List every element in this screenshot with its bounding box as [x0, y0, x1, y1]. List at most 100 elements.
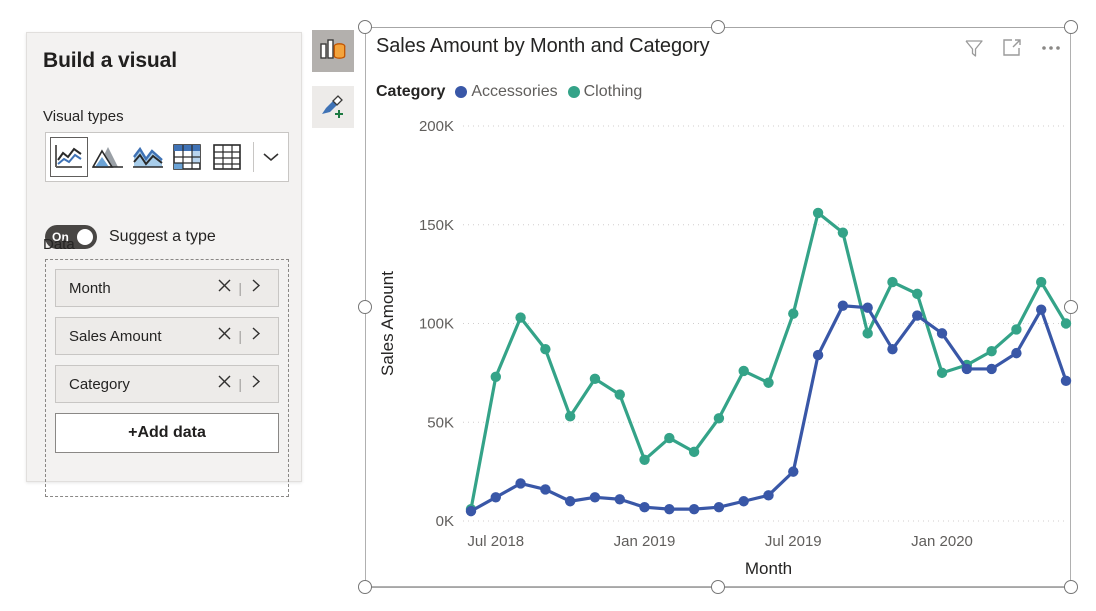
x-axis-tick-label: Jul 2019: [765, 533, 822, 550]
build-a-visual-panel: Build a visual Visual types On Suggest a…: [26, 32, 302, 497]
field-divider: |: [238, 280, 242, 296]
chart-data-point[interactable]: [763, 490, 774, 501]
chart-data-point[interactable]: [614, 494, 625, 505]
data-fields-well: Month | Sales Amount | Category | +Add d…: [45, 259, 289, 497]
y-axis-tick-label: 150K: [419, 217, 454, 234]
y-axis-tick-label: 0K: [436, 513, 454, 530]
resize-handle-bottom-left[interactable]: [358, 580, 372, 594]
chart-data-point[interactable]: [639, 501, 650, 513]
add-data-button[interactable]: +Add data: [55, 413, 279, 453]
format-paint-brush-add-icon[interactable]: [312, 86, 354, 128]
chevron-right-icon[interactable]: [245, 278, 267, 298]
chart-data-point[interactable]: [540, 343, 551, 355]
chart-data-point[interactable]: [515, 478, 526, 489]
resize-handle-bottom-right[interactable]: [1064, 580, 1078, 594]
chart-data-point[interactable]: [862, 328, 873, 339]
chart-data-point[interactable]: [1036, 304, 1047, 315]
chart-data-point[interactable]: [490, 371, 501, 383]
chart-data-point[interactable]: [986, 345, 997, 357]
chart-data-point[interactable]: [465, 505, 477, 517]
chart-data-point[interactable]: [738, 365, 749, 377]
x-axis-tick-label: Jan 2020: [911, 533, 973, 550]
suggest-a-type-label: Suggest a type: [109, 228, 216, 245]
chart-data-point[interactable]: [589, 492, 601, 503]
resize-handle-bottom-center[interactable]: [711, 580, 725, 594]
chart-data-point[interactable]: [961, 363, 973, 375]
chevron-down-icon[interactable]: [254, 137, 288, 177]
close-icon[interactable]: [213, 326, 235, 346]
chart-data-point[interactable]: [862, 302, 873, 313]
chart-data-point[interactable]: [664, 432, 675, 444]
chart-data-point[interactable]: [788, 466, 799, 477]
data-label: Data: [43, 236, 75, 253]
matrix-table-icon[interactable]: [168, 137, 205, 177]
chart-data-point[interactable]: [887, 343, 898, 355]
chart-data-point[interactable]: [564, 496, 576, 507]
build-visual-icon[interactable]: [312, 30, 354, 72]
data-field-sales-amount[interactable]: Sales Amount |: [55, 317, 279, 355]
chart-data-point[interactable]: [837, 227, 849, 238]
y-axis-tick-label: 100K: [419, 316, 454, 333]
resize-handle-top-left[interactable]: [358, 20, 372, 34]
chart-data-point[interactable]: [1060, 318, 1072, 329]
field-label: Category: [69, 375, 130, 393]
chart-line-accessories[interactable]: [469, 304, 1068, 513]
chart-plot-area[interactable]: 0K 50K 100K 150K 200K Jul 2018 Jan 2019 Jul 201…: [366, 28, 1072, 588]
chart-data-point[interactable]: [564, 411, 576, 422]
chart-data-point[interactable]: [688, 503, 700, 515]
resize-handle-middle-right[interactable]: [1064, 300, 1078, 314]
field-label: Sales Amount: [69, 327, 162, 345]
chart-data-point[interactable]: [812, 207, 824, 219]
chart-data-point[interactable]: [887, 276, 898, 288]
resize-handle-top-right[interactable]: [1064, 20, 1078, 34]
chart-data-point[interactable]: [936, 328, 948, 339]
table-icon[interactable]: [208, 137, 245, 177]
field-label: Month: [69, 279, 111, 297]
chart-data-point[interactable]: [912, 310, 923, 321]
x-axis-title: Month: [745, 559, 792, 578]
close-icon[interactable]: [213, 278, 235, 298]
chart-data-point[interactable]: [490, 492, 501, 503]
panel-title: Build a visual: [43, 49, 177, 72]
visual-types-label: Visual types: [43, 108, 124, 125]
chart-data-point[interactable]: [1036, 276, 1047, 288]
line-and-stacked-column-icon[interactable]: [129, 137, 166, 177]
close-icon[interactable]: [213, 374, 235, 394]
visual-types-picker[interactable]: [45, 132, 289, 182]
x-axis-tick-label: Jul 2018: [467, 533, 524, 550]
x-axis-tick-label: Jan 2019: [614, 533, 676, 550]
chart-data-point[interactable]: [788, 308, 799, 319]
data-field-month[interactable]: Month |: [55, 269, 279, 307]
visual-container[interactable]: Sales Amount by Month and Category Categ…: [365, 27, 1072, 588]
line-chart-icon[interactable]: [50, 137, 88, 177]
chart-data-point[interactable]: [639, 454, 650, 465]
chart-data-point[interactable]: [1060, 375, 1072, 386]
data-field-category[interactable]: Category |: [55, 365, 279, 403]
chart-line-clothing[interactable]: [469, 211, 1068, 511]
area-chart-icon[interactable]: [90, 137, 127, 177]
chart-data-point[interactable]: [763, 377, 774, 388]
chart-data-point[interactable]: [540, 484, 551, 495]
y-axis-tick-label: 200K: [419, 118, 454, 135]
resize-handle-middle-left[interactable]: [358, 300, 372, 314]
chart-data-point[interactable]: [688, 446, 700, 458]
chart-data-point[interactable]: [1011, 324, 1022, 335]
chart-data-point[interactable]: [713, 413, 725, 424]
toggle-knob: [77, 229, 93, 245]
chevron-right-icon[interactable]: [245, 326, 267, 346]
chart-data-point[interactable]: [912, 288, 923, 300]
chart-data-point[interactable]: [986, 363, 997, 375]
chart-data-point[interactable]: [614, 389, 625, 400]
chart-data-point[interactable]: [837, 300, 849, 311]
chart-data-point[interactable]: [589, 373, 601, 384]
chart-data-point[interactable]: [812, 349, 824, 361]
resize-handle-top-center[interactable]: [711, 20, 725, 34]
chart-data-point[interactable]: [713, 501, 725, 513]
chart-data-point[interactable]: [515, 312, 526, 323]
chart-data-point[interactable]: [664, 503, 675, 515]
chart-data-point[interactable]: [1011, 347, 1022, 359]
y-axis-tick-label: 50K: [427, 414, 454, 431]
chevron-right-icon[interactable]: [245, 374, 267, 394]
chart-data-point[interactable]: [738, 496, 749, 507]
chart-data-point[interactable]: [936, 367, 948, 379]
